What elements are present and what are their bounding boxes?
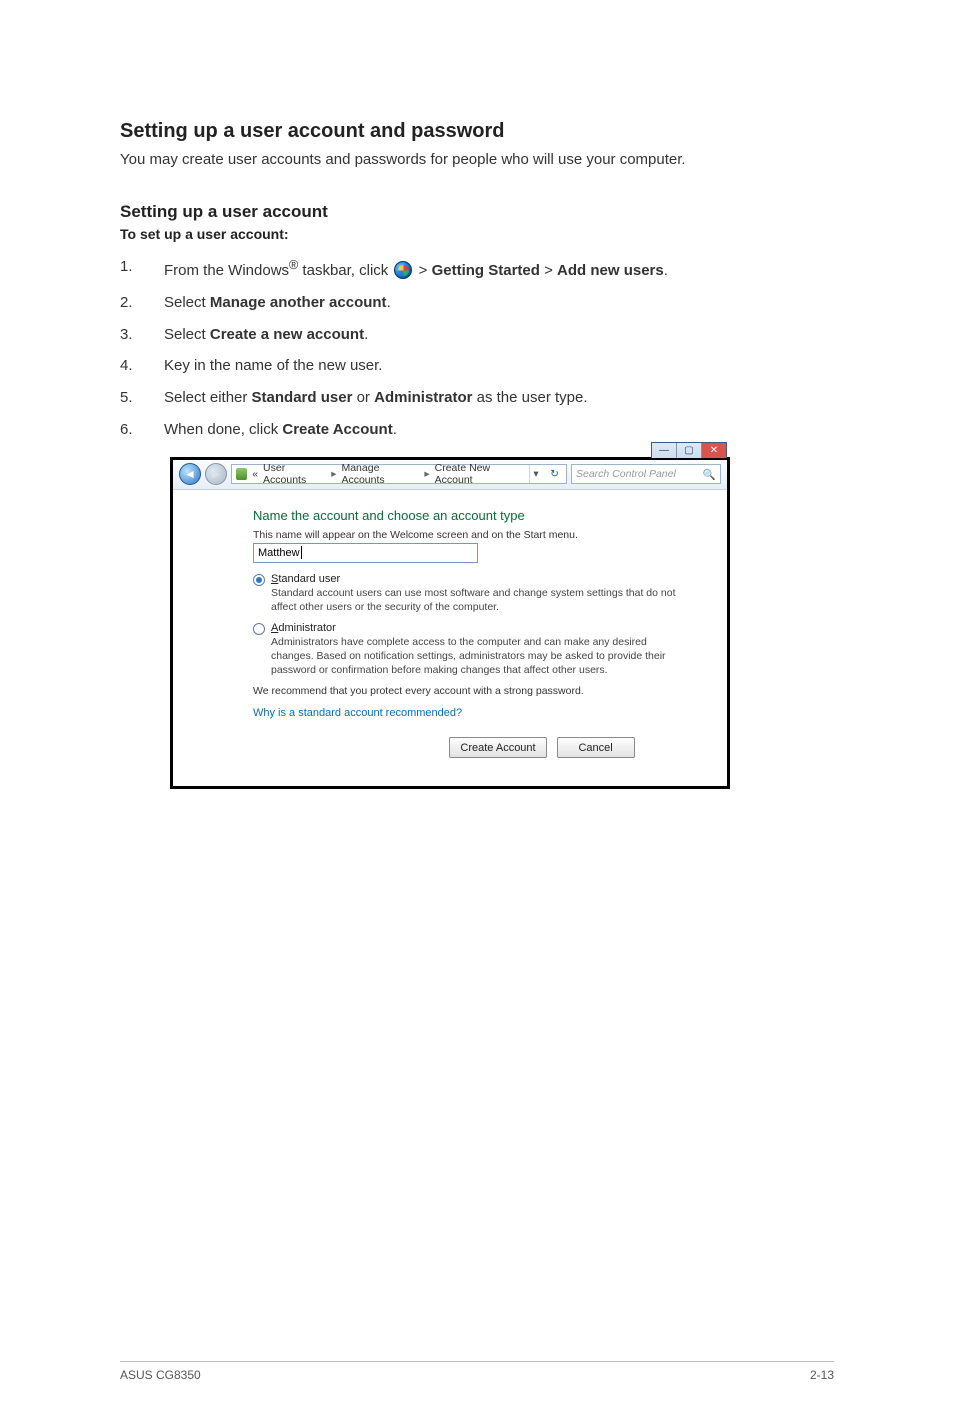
step-text: Select either (164, 389, 252, 406)
step-text: . (364, 326, 368, 343)
reg-mark: ® (289, 258, 298, 272)
screenshot: — ▢ ✕ ◄ ► « User Accounts ▸ Manage Accou… (170, 457, 730, 790)
step-bold: Manage another account (210, 294, 387, 311)
footer-left: ASUS CG8350 (120, 1368, 201, 1382)
breadcrumb-item[interactable]: User Accounts (263, 462, 326, 486)
option-administrator[interactable]: Administrator Administrators have comple… (253, 622, 691, 678)
start-orb-icon (394, 261, 412, 279)
step-text: Select (164, 326, 210, 343)
step-text: From the Windows (164, 262, 289, 279)
recommendation-text: We recommend that you protect every acco… (253, 685, 691, 697)
search-icon: 🔍 (703, 468, 716, 481)
step-bold: Standard user (252, 389, 353, 406)
address-bar[interactable]: « User Accounts ▸ Manage Accounts ▸ Crea… (231, 464, 567, 484)
radio-administrator[interactable] (253, 623, 265, 635)
option-label: Standard user (271, 573, 691, 585)
step-number: 4. (120, 355, 164, 377)
step-bold: Create Account (282, 421, 392, 438)
step-text: taskbar, click (298, 262, 392, 279)
subsection-lead: To set up a user account: (120, 226, 834, 242)
nav-bar: ◄ ► « User Accounts ▸ Manage Accounts ▸ … (173, 460, 727, 490)
option-label: Administrator (271, 622, 691, 634)
option-description: Standard account users can use most soft… (271, 586, 691, 614)
step-6: 6. When done, click Create Account. (120, 419, 834, 441)
step-number: 1. (120, 256, 164, 278)
maximize-button[interactable]: ▢ (676, 443, 701, 458)
control-panel-icon (236, 468, 247, 480)
account-name-input[interactable]: Matthew (253, 543, 478, 563)
control-panel-window: — ▢ ✕ ◄ ► « User Accounts ▸ Manage Accou… (170, 457, 730, 790)
step-number: 6. (120, 419, 164, 441)
breadcrumb-item[interactable]: Manage Accounts (341, 462, 419, 486)
nav-forward-button[interactable]: ► (205, 463, 227, 485)
step-bold: Add new users (557, 262, 664, 279)
refresh-button[interactable]: ↻ (547, 468, 562, 480)
step-text: or (352, 389, 374, 406)
window-content: Name the account and choose an account t… (173, 490, 727, 787)
search-placeholder: Search Control Panel (576, 468, 676, 480)
search-input[interactable]: Search Control Panel 🔍 (571, 464, 721, 484)
content-title: Name the account and choose an account t… (253, 508, 691, 523)
step-2: 2. Select Manage another account. (120, 292, 834, 314)
steps-list: 1. From the Windows® taskbar, click > Ge… (120, 256, 834, 441)
content-hint: This name will appear on the Welcome scr… (253, 529, 691, 541)
breadcrumb-sep: ▸ (424, 468, 429, 480)
why-standard-link[interactable]: Why is a standard account recommended? (253, 707, 691, 719)
step-text: When done, click (164, 421, 282, 438)
account-name-value: Matthew (258, 547, 300, 559)
step-number: 3. (120, 324, 164, 346)
nav-back-button[interactable]: ◄ (179, 463, 201, 485)
step-text: . (393, 421, 397, 438)
section-intro: You may create user accounts and passwor… (120, 151, 834, 168)
radio-standard-user[interactable] (253, 574, 265, 586)
step-bold: Administrator (374, 389, 472, 406)
create-account-button[interactable]: Create Account (449, 737, 546, 758)
step-number: 5. (120, 387, 164, 409)
breadcrumb-sep: ▸ (331, 468, 336, 480)
window-titlebar: — ▢ ✕ (651, 442, 727, 458)
text-cursor (301, 546, 302, 559)
step-3: 3. Select Create a new account. (120, 324, 834, 346)
close-button[interactable]: ✕ (701, 443, 726, 458)
cancel-button[interactable]: Cancel (557, 737, 635, 758)
breadcrumb-item[interactable]: Create New Account (435, 462, 524, 486)
step-bold: Getting Started (432, 262, 540, 279)
breadcrumb-pre: « (252, 468, 258, 480)
step-text: > (414, 262, 431, 279)
step-text: . (387, 294, 391, 311)
step-text: as the user type. (472, 389, 587, 406)
option-description: Administrators have complete access to t… (271, 635, 691, 678)
minimize-button[interactable]: — (652, 443, 676, 458)
address-dropdown[interactable]: ▾ (529, 465, 542, 483)
step-text: . (664, 262, 668, 279)
step-1: 1. From the Windows® taskbar, click > Ge… (120, 256, 834, 282)
subsection-heading: Setting up a user account (120, 202, 834, 222)
step-bold: Create a new account (210, 326, 364, 343)
step-text: > (540, 262, 557, 279)
step-text: Key in the name of the new user. (164, 355, 834, 377)
footer-right: 2-13 (810, 1368, 834, 1382)
step-5: 5. Select either Standard user or Admini… (120, 387, 834, 409)
step-4: 4. Key in the name of the new user. (120, 355, 834, 377)
option-standard-user[interactable]: Standard user Standard account users can… (253, 573, 691, 614)
step-number: 2. (120, 292, 164, 314)
button-row: Create Account Cancel (253, 737, 691, 758)
page-footer: ASUS CG8350 2-13 (120, 1361, 834, 1382)
section-heading: Setting up a user account and password (120, 120, 834, 143)
step-text: Select (164, 294, 210, 311)
